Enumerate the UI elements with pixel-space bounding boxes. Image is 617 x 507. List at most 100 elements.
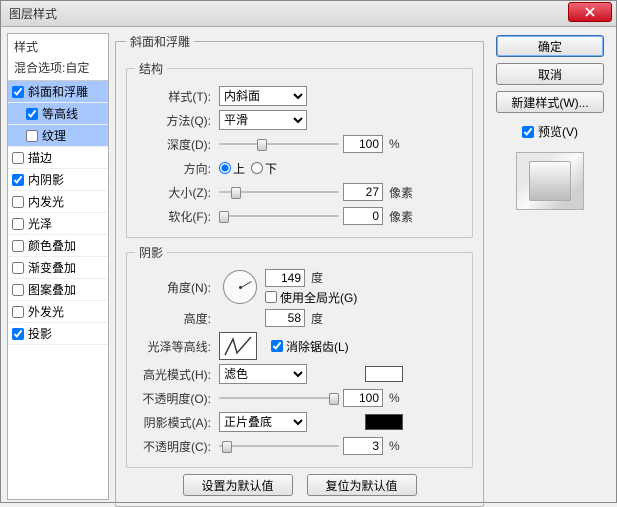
style-item-checkbox[interactable] [12,240,24,252]
depth-unit: % [389,137,400,151]
altitude-unit: 度 [311,310,323,327]
style-item-checkbox[interactable] [12,86,24,98]
preview-checkbox[interactable]: 预览(V) [522,123,578,140]
style-item-9[interactable]: 图案叠加 [8,279,108,301]
style-item-label: 等高线 [42,105,78,122]
style-item-label: 内阴影 [28,171,64,188]
size-input[interactable] [343,183,383,201]
shadow-opacity-label: 不透明度(C): [135,438,215,455]
style-item-0[interactable]: 斜面和浮雕 [8,81,108,103]
style-item-7[interactable]: 颜色叠加 [8,235,108,257]
style-item-label: 斜面和浮雕 [28,83,88,100]
style-item-checkbox[interactable] [12,174,24,186]
shadow-color-swatch[interactable] [365,414,403,430]
ok-button[interactable]: 确定 [496,35,604,57]
style-item-label: 描边 [28,149,52,166]
size-slider[interactable] [219,185,339,199]
style-item-1[interactable]: 等高线 [8,103,108,125]
style-item-label: 颜色叠加 [28,237,76,254]
altitude-label: 高度: [135,310,215,327]
reset-default-button[interactable]: 复位为默认值 [307,474,417,496]
style-item-checkbox[interactable] [26,108,38,120]
shadow-mode-select[interactable]: 正片叠底 [219,412,307,432]
shading-legend: 阴影 [135,244,167,261]
style-item-label: 纹理 [42,127,66,144]
dir-down-radio[interactable]: 下 [251,160,277,177]
depth-slider[interactable] [219,137,339,151]
dir-up-radio[interactable]: 上 [219,160,245,177]
style-item-label: 渐变叠加 [28,259,76,276]
bevel-legend: 斜面和浮雕 [126,33,194,50]
depth-input[interactable] [343,135,383,153]
global-light-checkbox[interactable]: 使用全局光(G) [265,289,357,306]
bevel-emboss-group: 斜面和浮雕 结构 样式(T): 内斜面 方法(Q): 平滑 深度(D): [115,33,484,507]
cancel-button[interactable]: 取消 [496,63,604,85]
window-title: 图层样式 [9,5,57,22]
make-default-button[interactable]: 设置为默认值 [183,474,293,496]
shading-group: 阴影 角度(N): 度 使用全局光(G) [126,244,473,468]
style-item-8[interactable]: 渐变叠加 [8,257,108,279]
style-item-10[interactable]: 外发光 [8,301,108,323]
action-panel: 确定 取消 新建样式(W)... 预览(V) [490,33,610,500]
style-item-checkbox[interactable] [12,284,24,296]
preview-glass-icon [529,161,571,201]
highlight-mode-select[interactable]: 滤色 [219,364,307,384]
style-item-label: 图案叠加 [28,281,76,298]
size-label: 大小(Z): [135,184,215,201]
contour-icon [223,335,253,357]
style-item-2[interactable]: 纹理 [8,125,108,147]
size-unit: 像素 [389,184,413,201]
altitude-input[interactable] [265,309,305,327]
style-item-11[interactable]: 投影 [8,323,108,345]
style-item-checkbox[interactable] [12,328,24,340]
style-item-4[interactable]: 内阴影 [8,169,108,191]
settings-panel: 斜面和浮雕 结构 样式(T): 内斜面 方法(Q): 平滑 深度(D): [115,33,484,500]
style-item-checkbox[interactable] [12,152,24,164]
style-item-3[interactable]: 描边 [8,147,108,169]
blend-options-label[interactable]: 混合选项:自定 [8,57,108,81]
structure-legend: 结构 [135,60,167,77]
angle-label: 角度(N): [135,279,215,296]
antialias-checkbox[interactable]: 消除锯齿(L) [271,338,349,355]
style-item-5[interactable]: 内发光 [8,191,108,213]
angle-unit: 度 [311,269,323,286]
styles-header: 样式 [8,34,108,57]
style-item-label: 外发光 [28,303,64,320]
shadow-opacity-slider[interactable] [219,439,339,453]
shadow-opacity-input[interactable] [343,437,383,455]
dialog-window: 图层样式 样式 混合选项:自定 斜面和浮雕等高线纹理描边内阴影内发光光泽颜色叠加… [0,0,617,503]
depth-label: 深度(D): [135,136,215,153]
close-icon [585,7,595,17]
style-item-checkbox[interactable] [12,218,24,230]
direction-label: 方向: [135,160,215,177]
style-item-checkbox[interactable] [26,130,38,142]
styles-panel: 样式 混合选项:自定 斜面和浮雕等高线纹理描边内阴影内发光光泽颜色叠加渐变叠加图… [7,33,109,500]
style-item-checkbox[interactable] [12,306,24,318]
angle-input[interactable] [265,269,305,287]
soften-slider[interactable] [219,209,339,223]
style-item-6[interactable]: 光泽 [8,213,108,235]
style-item-checkbox[interactable] [12,196,24,208]
close-button[interactable] [568,2,612,22]
highlight-opacity-input[interactable] [343,389,383,407]
method-label: 方法(Q): [135,112,215,129]
style-item-label: 光泽 [28,215,52,232]
angle-dial[interactable] [223,270,257,304]
style-item-label: 内发光 [28,193,64,210]
soften-unit: 像素 [389,208,413,225]
structure-group: 结构 样式(T): 内斜面 方法(Q): 平滑 深度(D): % [126,60,473,238]
soften-input[interactable] [343,207,383,225]
method-select[interactable]: 平滑 [219,110,307,130]
highlight-opacity-label: 不透明度(O): [135,390,215,407]
style-select[interactable]: 内斜面 [219,86,307,106]
highlight-mode-label: 高光模式(H): [135,366,215,383]
gloss-contour-picker[interactable] [219,332,257,360]
shadow-mode-label: 阴影模式(A): [135,414,215,431]
style-list: 斜面和浮雕等高线纹理描边内阴影内发光光泽颜色叠加渐变叠加图案叠加外发光投影 [8,81,108,499]
highlight-color-swatch[interactable] [365,366,403,382]
highlight-opacity-unit: % [389,391,400,405]
style-item-checkbox[interactable] [12,262,24,274]
soften-label: 软化(F): [135,208,215,225]
highlight-opacity-slider[interactable] [219,391,339,405]
new-style-button[interactable]: 新建样式(W)... [496,91,604,113]
